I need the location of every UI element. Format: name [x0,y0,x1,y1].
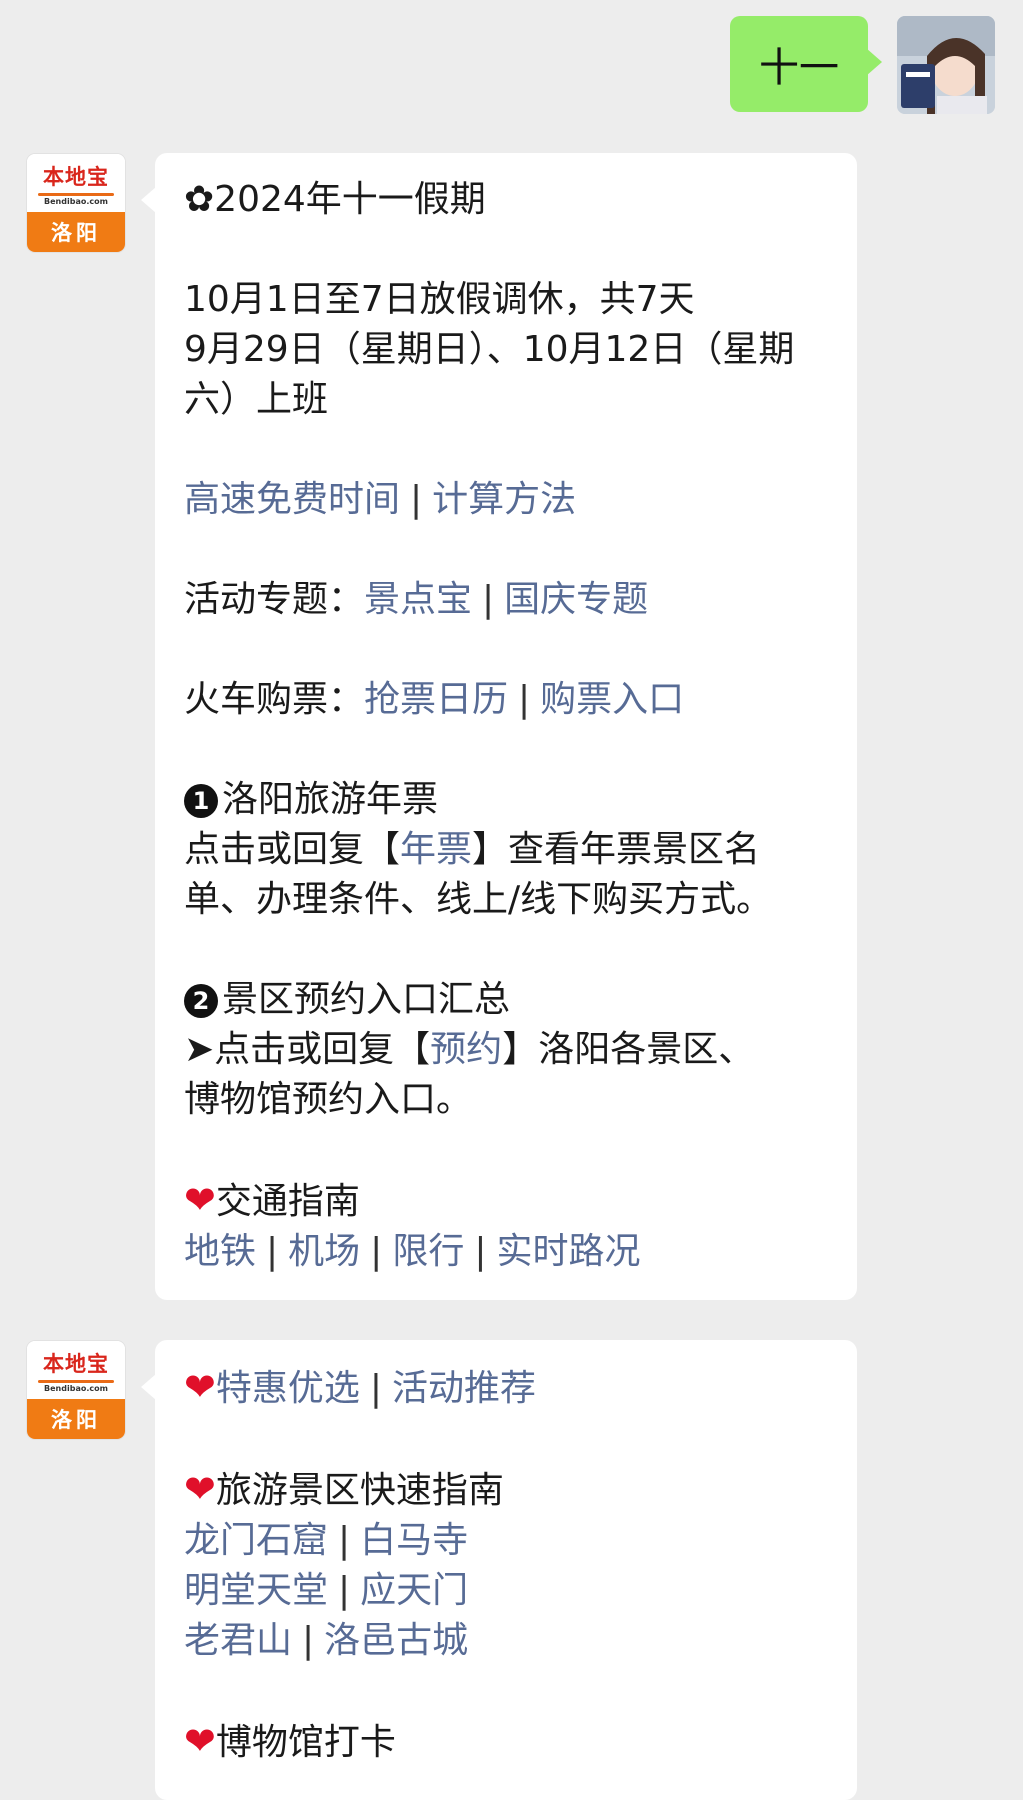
account-city: 洛阳 [27,212,125,252]
heart-icon: ❤ [184,1365,216,1409]
account-logo: 本地宝 Bendibao.com [27,154,125,212]
activity-links: 活动专题：景点宝 | 国庆专题 [184,575,827,625]
scenic-row: 老君山 | 洛邑古城 [184,1616,827,1666]
link-ticket-calendar[interactable]: 抢票日历 [364,679,508,720]
account-city: 洛阳 [27,1399,125,1439]
section-title: 洛阳旅游年票 [222,779,439,820]
link-reservation[interactable]: 预约 [430,1029,502,1070]
text: 】查看年票景区名 [472,829,761,870]
user-avatar-image [897,16,995,114]
separator: | [338,1570,351,1611]
user-avatar[interactable] [897,16,995,114]
link-luoyi-ancient-city[interactable]: 洛邑古城 [324,1620,468,1661]
link-event-recommend[interactable]: 活动推荐 [392,1368,536,1409]
text: ➤点击或回复【 [184,1029,431,1070]
user-message-text: 十一 [759,45,839,91]
reservation-line-2: 博物馆预约入口。 [184,1079,473,1120]
section-reservation-title: 2 景区预约入口汇总 [184,975,827,1025]
message-title: ✿2024年十一假期 [184,179,486,220]
link-laojun-mountain[interactable]: 老君山 [184,1620,292,1661]
annual-pass-line-2: 单、办理条件、线上/线下购买方式。 [184,879,773,920]
logo-divider [38,192,114,196]
separator: | [410,479,423,520]
annual-pass-line: 点击或回复【年票】查看年票景区名 [184,825,827,875]
user-message-bubble[interactable]: 十一 [730,16,882,112]
workday-line: 9月29日（星期日）、10月12日（星期 [184,329,795,370]
link-scenic-bao[interactable]: 景点宝 [364,579,472,620]
link-baima-temple[interactable]: 白马寺 [360,1520,468,1561]
section-title: 景区预约入口汇总 [222,979,511,1020]
section-title: 交通指南 [215,1181,360,1222]
workday-line-cont: 六）上班 [184,379,329,420]
account-brand: 本地宝 [43,1351,109,1376]
account-brand: 本地宝 [43,164,109,189]
scenic-row: 明堂天堂 | 应天门 [184,1566,827,1616]
link-annual-pass[interactable]: 年票 [400,829,472,870]
account-logo: 本地宝 Bendibao.com [27,1341,125,1399]
account-domain: Bendibao.com [44,196,108,206]
message-bubble-guide: ❤特惠优选 | 活动推荐 ❤旅游景区快速指南 龙门石窟 | 白马寺 明堂天堂 | 应天门 老… [141,1340,857,1800]
link-calculation-method[interactable]: 计算方法 [432,479,576,520]
separator: | [482,579,495,620]
link-ticket-entry[interactable]: 购票入口 [540,679,684,720]
number-two-icon: 2 [184,984,218,1018]
section-title: 旅游景区快速指南 [215,1470,504,1511]
link-yingtian-gate[interactable]: 应天门 [360,1570,468,1611]
reservation-line: ➤点击或回复【预约】洛阳各景区、 [184,1025,827,1075]
message-bubble-holiday: ✿2024年十一假期 10月1日至7日放假调休，共7天 9月29日（星期日）、1… [141,153,857,1300]
activity-label: 活动专题： [184,579,365,620]
separator: | [266,1231,279,1272]
separator: | [302,1620,315,1661]
section-annual-pass-title: 1 洛阳旅游年票 [184,775,827,825]
account-avatar[interactable]: 本地宝 Bendibao.com 洛阳 [27,154,125,252]
separator: | [370,1231,383,1272]
account-avatar[interactable]: 本地宝 Bendibao.com 洛阳 [27,1341,125,1439]
text: 】洛阳各景区、 [502,1029,755,1070]
text: 点击或回复【 [184,829,401,870]
scenic-title: ❤旅游景区快速指南 [184,1464,827,1516]
holiday-line: 10月1日至7日放假调休，共7天 [184,279,695,320]
link-mingtang-tiantang[interactable]: 明堂天堂 [184,1570,328,1611]
link-subway[interactable]: 地铁 [184,1231,256,1272]
traffic-title: ❤交通指南 [184,1175,827,1227]
deals-links: ❤特惠优选 | 活动推荐 [184,1362,827,1414]
link-longmen-grottoes[interactable]: 龙门石窟 [184,1520,328,1561]
separator: | [474,1231,487,1272]
number-one-icon: 1 [184,784,218,818]
separator: | [518,679,531,720]
scenic-row: 龙门石窟 | 白马寺 [184,1516,827,1566]
traffic-links: 地铁 | 机场 | 限行 | 实时路况 [184,1227,827,1277]
link-traffic-restriction[interactable]: 限行 [392,1231,464,1272]
section-title: 博物馆打卡 [215,1722,396,1763]
highway-links: 高速免费时间 | 计算方法 [184,475,827,525]
link-airport[interactable]: 机场 [288,1231,360,1272]
heart-icon: ❤ [184,1467,216,1511]
heart-icon: ❤ [184,1178,216,1222]
separator: | [338,1520,351,1561]
link-highway-free-time[interactable]: 高速免费时间 [184,479,400,520]
link-special-deals[interactable]: 特惠优选 [216,1368,360,1409]
heart-icon: ❤ [184,1719,216,1763]
museum-title: ❤博物馆打卡 [184,1716,827,1768]
link-live-traffic[interactable]: 实时路况 [496,1231,640,1272]
train-label: 火车购票： [184,679,365,720]
separator: | [369,1368,382,1409]
account-domain: Bendibao.com [44,1383,108,1393]
link-national-day-topic[interactable]: 国庆专题 [504,579,648,620]
train-links: 火车购票：抢票日历 | 购票入口 [184,675,827,725]
logo-divider [38,1379,114,1383]
